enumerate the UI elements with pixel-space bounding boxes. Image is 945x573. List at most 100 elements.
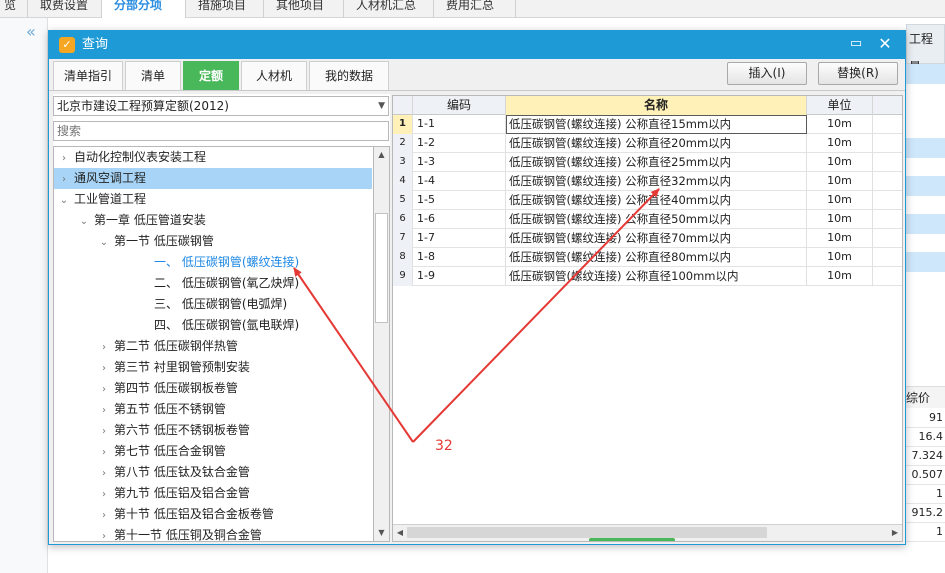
table-row[interactable]: 1 1-1 低压碳钢管(螺纹连接) 公称直径15mm以内 10m [393, 115, 902, 134]
expand-icon[interactable]: › [58, 148, 70, 169]
code-cell[interactable]: 1-1 [413, 115, 506, 134]
tree-item[interactable]: › 第五节 低压不锈钢管 [54, 399, 226, 420]
table-row[interactable]: 8 1-8 低压碳钢管(螺纹连接) 公称直径80mm以内 10m [393, 248, 902, 267]
row-index[interactable]: 1 [393, 115, 413, 134]
search-input[interactable] [53, 121, 389, 141]
app-tab-overview[interactable]: 览 [0, 0, 28, 18]
expand-icon[interactable]: › [98, 442, 110, 463]
tree-item[interactable]: › 第十一节 低压铜及铜合金管 [54, 525, 262, 541]
tree-scrollbar[interactable]: ▲ ▼ [373, 146, 390, 542]
collapse-icon[interactable]: ⌄ [78, 211, 90, 232]
unit-cell[interactable]: 10m [807, 267, 873, 286]
table-row[interactable]: 3 1-3 低压碳钢管(螺纹连接) 公称直径25mm以内 10m [393, 153, 902, 172]
unit-cell[interactable]: 10m [807, 191, 873, 210]
name-cell[interactable]: 低压碳钢管(螺纹连接) 公称直径25mm以内 [506, 153, 807, 172]
name-cell[interactable]: 低压碳钢管(螺纹连接) 公称直径15mm以内 [506, 115, 807, 134]
tree-item[interactable]: › 通风空调工程 [54, 168, 372, 189]
name-cell[interactable]: 低压碳钢管(螺纹连接) 公称直径32mm以内 [506, 172, 807, 191]
quota-library-select[interactable]: 北京市建设工程预算定额(2012) ▼ [53, 96, 389, 116]
tree-item[interactable]: › 第八节 低压钛及钛合金管 [54, 462, 250, 483]
expand-icon[interactable]: › [98, 526, 110, 541]
collapse-icon[interactable]: ⌄ [98, 232, 110, 253]
close-icon[interactable]: ✕ [877, 36, 893, 52]
tree-item[interactable]: › 第四节 低压碳钢板卷管 [54, 378, 238, 399]
code-cell[interactable]: 1-9 [413, 267, 506, 286]
tree-item[interactable]: 二、 低压碳钢管(氧乙炔焊) [54, 273, 299, 294]
unit-cell[interactable]: 10m [807, 153, 873, 172]
tab-list[interactable]: 清单 [125, 61, 181, 90]
tree-item[interactable]: 一、 低压碳钢管(螺纹连接) [54, 252, 299, 273]
name-cell[interactable]: 低压碳钢管(螺纹连接) 公称直径70mm以内 [506, 229, 807, 248]
app-tab-sections[interactable]: 分部分项 [102, 0, 186, 18]
row-index[interactable]: 9 [393, 267, 413, 286]
expand-icon[interactable]: › [98, 463, 110, 484]
tab-resources[interactable]: 人材机 [241, 61, 307, 90]
app-tab-other[interactable]: 其他项目 [264, 0, 344, 18]
tree-item[interactable]: ⌄ 工业管道工程 [54, 189, 146, 210]
table-row[interactable]: 5 1-5 低压碳钢管(螺纹连接) 公称直径40mm以内 10m [393, 191, 902, 210]
expand-icon[interactable]: › [98, 358, 110, 379]
expand-icon[interactable]: › [98, 484, 110, 505]
maximize-icon[interactable]: ▭ [849, 37, 863, 51]
table-row[interactable]: 2 1-2 低压碳钢管(螺纹连接) 公称直径20mm以内 10m [393, 134, 902, 153]
unit-cell[interactable]: 10m [807, 172, 873, 191]
unit-cell[interactable]: 10m [807, 229, 873, 248]
app-tab-fee-settings[interactable]: 取费设置 [28, 0, 102, 18]
code-header[interactable]: 编码 [413, 96, 506, 115]
name-cell[interactable]: 低压碳钢管(螺纹连接) 公称直径40mm以内 [506, 191, 807, 210]
code-cell[interactable]: 1-3 [413, 153, 506, 172]
code-cell[interactable]: 1-4 [413, 172, 506, 191]
collapse-left-icon[interactable]: « [26, 24, 42, 40]
table-row[interactable]: 4 1-4 低压碳钢管(螺纹连接) 公称直径32mm以内 10m [393, 172, 902, 191]
row-index[interactable]: 8 [393, 248, 413, 267]
expand-icon[interactable]: › [98, 337, 110, 358]
expand-icon[interactable]: › [58, 169, 70, 190]
unit-cell[interactable]: 10m [807, 210, 873, 229]
app-tab-resources[interactable]: 人材机汇总 [344, 0, 434, 18]
hscroll-thumb[interactable] [407, 527, 767, 538]
tree-item[interactable]: 三、 低压碳钢管(电弧焊) [54, 294, 287, 315]
expand-icon[interactable]: › [98, 379, 110, 400]
panel-grip-handle[interactable]: ︿ [589, 538, 675, 541]
tree-item[interactable]: › 第三节 衬里钢管预制安装 [54, 357, 250, 378]
tree-item[interactable]: › 第七节 低压合金钢管 [54, 441, 226, 462]
scroll-down-icon[interactable]: ▼ [374, 525, 389, 541]
name-cell[interactable]: 低压碳钢管(螺纹连接) 公称直径50mm以内 [506, 210, 807, 229]
name-header[interactable]: 名称 [506, 96, 807, 115]
scroll-up-icon[interactable]: ▲ [374, 147, 389, 163]
unit-header[interactable]: 单位 [807, 96, 873, 115]
code-cell[interactable]: 1-7 [413, 229, 506, 248]
tree-item[interactable]: 四、 低压碳钢管(氩电联焊) [54, 315, 299, 336]
replace-button[interactable]: 替换(R) [818, 62, 898, 85]
tree-item[interactable]: ⌄ 第一章 低压管道安装 [54, 210, 206, 231]
insert-button[interactable]: 插入(I) [727, 62, 807, 85]
expand-icon[interactable]: › [98, 400, 110, 421]
table-row[interactable]: 7 1-7 低压碳钢管(螺纹连接) 公称直径70mm以内 10m [393, 229, 902, 248]
row-index[interactable]: 7 [393, 229, 413, 248]
tree-item[interactable]: ⌄ 第一节 低压碳钢管 [54, 231, 214, 252]
unit-cell[interactable]: 10m [807, 134, 873, 153]
app-tab-measures[interactable]: 措施项目 [186, 0, 264, 18]
code-cell[interactable]: 1-8 [413, 248, 506, 267]
unit-cell[interactable]: 10m [807, 248, 873, 267]
tree-item[interactable]: › 第二节 低压碳钢伴热管 [54, 336, 238, 357]
row-index[interactable]: 2 [393, 134, 413, 153]
tab-quota[interactable]: 定额 [183, 61, 239, 90]
row-index[interactable]: 3 [393, 153, 413, 172]
name-cell[interactable]: 低压碳钢管(螺纹连接) 公称直径20mm以内 [506, 134, 807, 153]
table-row[interactable]: 6 1-6 低压碳钢管(螺纹连接) 公称直径50mm以内 10m [393, 210, 902, 229]
collapse-icon[interactable]: ⌄ [58, 190, 70, 211]
table-row[interactable]: 9 1-9 低压碳钢管(螺纹连接) 公称直径100mm以内 10m [393, 267, 902, 286]
tree-item[interactable]: › 自动化控制仪表安装工程 [54, 147, 206, 168]
row-index[interactable]: 4 [393, 172, 413, 191]
scroll-right-icon[interactable]: ▶ [888, 525, 902, 541]
name-cell[interactable]: 低压碳钢管(螺纹连接) 公称直径80mm以内 [506, 248, 807, 267]
tab-list-guide[interactable]: 清单指引 [53, 61, 123, 90]
scroll-thumb[interactable] [375, 213, 388, 323]
expand-icon[interactable]: › [98, 505, 110, 526]
code-cell[interactable]: 1-5 [413, 191, 506, 210]
expand-icon[interactable]: › [98, 421, 110, 442]
row-index[interactable]: 6 [393, 210, 413, 229]
tree-item[interactable]: › 第六节 低压不锈钢板卷管 [54, 420, 250, 441]
unit-cell[interactable]: 10m [807, 115, 873, 134]
